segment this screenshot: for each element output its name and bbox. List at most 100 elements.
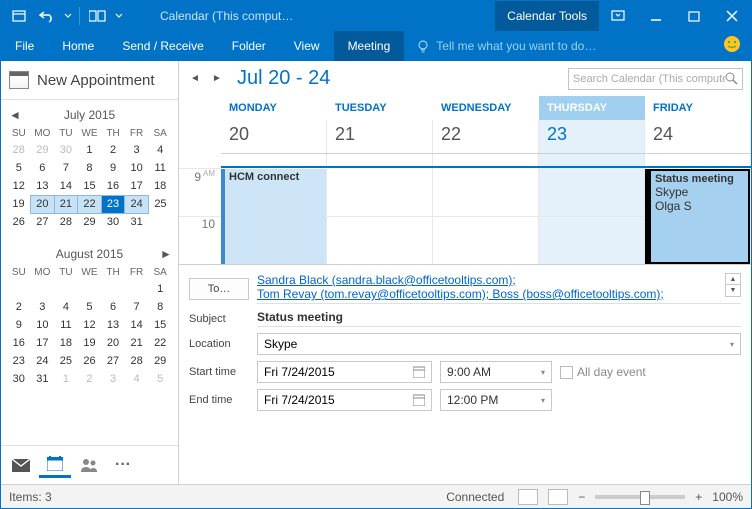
reading-pane: ▲▼ To… Sandra Black (sandra.black@office… xyxy=(179,264,751,417)
dropdown-icon[interactable]: ▾ xyxy=(730,340,734,349)
tab-view[interactable]: View xyxy=(280,31,334,61)
prev-month-icon[interactable]: ◄ xyxy=(9,108,19,118)
end-date-field[interactable]: Fri 7/24/2015 xyxy=(257,389,432,411)
search-box[interactable] xyxy=(568,68,743,90)
day-fri[interactable]: FRIDAY xyxy=(645,96,751,120)
col-tue[interactable] xyxy=(327,168,433,264)
col-mon[interactable]: HCM connect xyxy=(221,168,327,264)
calendar-icon xyxy=(9,71,29,89)
main-pane: ◄ ► Jul 20 - 24 MONDAY TUESDAY WEDNESDAY… xyxy=(179,61,751,484)
more-icon[interactable]: ··· xyxy=(107,452,139,478)
month-title: July 2015 xyxy=(64,108,115,122)
to-button[interactable]: To… xyxy=(189,278,249,300)
body: New Appointment ◄July 2015 SUMOTUWETHFRS… xyxy=(1,61,751,484)
window-buttons xyxy=(599,1,751,31)
view-switch-icon[interactable] xyxy=(84,3,112,29)
bulb-icon xyxy=(416,39,430,53)
nav-pane: New Appointment ◄July 2015 SUMOTUWETHFRS… xyxy=(1,61,179,484)
mini-calendar-july[interactable]: ◄July 2015 SUMOTUWETHFRSA282930123456789… xyxy=(1,100,178,239)
app-icon[interactable] xyxy=(5,3,33,29)
close-icon[interactable] xyxy=(713,1,751,31)
subject-field[interactable]: Status meeting xyxy=(257,310,741,327)
tab-home[interactable]: Home xyxy=(48,31,108,61)
allday-checkbox[interactable]: All day event xyxy=(560,365,646,379)
status-bar: Items: 3 Connected − + 100% xyxy=(1,484,751,508)
undo-icon[interactable] xyxy=(33,3,61,29)
start-time-field[interactable]: 9:00 AM▾ xyxy=(440,361,552,383)
date-24[interactable]: 24 xyxy=(645,120,751,153)
people-icon[interactable] xyxy=(73,452,105,478)
connection-status: Connected xyxy=(179,490,518,504)
search-icon[interactable] xyxy=(725,72,738,85)
date-row: 20 21 22 23 24 xyxy=(221,120,751,154)
ribbon-display-icon[interactable] xyxy=(599,1,637,31)
view-reading-icon[interactable] xyxy=(548,489,568,505)
to-field[interactable]: Sandra Black (sandra.black@officetooltip… xyxy=(257,273,741,304)
day-mon[interactable]: MONDAY xyxy=(221,96,327,120)
day-tue[interactable]: TUESDAY xyxy=(327,96,433,120)
location-field[interactable]: Skype▾ xyxy=(257,333,741,355)
tab-folder[interactable]: Folder xyxy=(218,31,280,61)
minimize-icon[interactable] xyxy=(637,1,675,31)
tab-send-receive[interactable]: Send / Receive xyxy=(108,31,217,61)
item-count: Items: 3 xyxy=(9,490,179,504)
scroll-spinner[interactable]: ▲▼ xyxy=(725,273,741,297)
ribbon: File Home Send / Receive Folder View Mee… xyxy=(1,31,751,61)
time-grid[interactable]: 9AM 10 HCM connect Status meeting Skype … xyxy=(179,168,751,264)
end-time-field[interactable]: 12:00 PM▾ xyxy=(440,389,552,411)
view-normal-icon[interactable] xyxy=(518,489,538,505)
location-label: Location xyxy=(189,338,249,350)
col-thu[interactable] xyxy=(539,168,645,264)
date-21[interactable]: 21 xyxy=(327,120,433,153)
nav-switcher: ··· xyxy=(1,445,178,484)
start-label: Start time xyxy=(189,366,249,378)
context-tab[interactable]: Calendar Tools xyxy=(495,1,599,31)
feedback-icon[interactable] xyxy=(719,31,745,57)
calendar-nav-icon[interactable] xyxy=(39,452,71,478)
new-appointment-button[interactable]: New Appointment xyxy=(1,61,178,100)
event-status-meeting[interactable]: Status meeting Skype Olga S xyxy=(645,169,750,264)
spin-down-icon: ▼ xyxy=(726,285,740,296)
date-22[interactable]: 22 xyxy=(433,120,539,153)
maximize-icon[interactable] xyxy=(675,1,713,31)
mini-calendar-august[interactable]: August 2015► SUMOTUWETHFRSA1234567891011… xyxy=(1,239,178,396)
allday-row[interactable] xyxy=(221,154,751,168)
week-header: ◄ ► Jul 20 - 24 xyxy=(179,61,751,96)
end-label: End time xyxy=(189,394,249,406)
search-input[interactable] xyxy=(573,73,725,85)
col-wed[interactable] xyxy=(433,168,539,264)
date-20[interactable]: 20 xyxy=(221,120,327,153)
datepicker-icon[interactable] xyxy=(413,394,425,406)
spin-up-icon: ▲ xyxy=(726,274,740,285)
qat-dropdown-icon[interactable] xyxy=(61,3,75,29)
subject-label: Subject xyxy=(189,313,249,325)
date-23[interactable]: 23 xyxy=(539,120,645,153)
day-thu[interactable]: THURSDAY xyxy=(539,96,645,120)
col-fri[interactable]: Status meeting Skype Olga S xyxy=(645,168,751,264)
quick-access xyxy=(1,3,130,29)
mail-icon[interactable] xyxy=(5,452,37,478)
next-month-icon[interactable]: ► xyxy=(160,247,170,257)
month-title: August 2015 xyxy=(56,247,123,261)
new-appointment-label: New Appointment xyxy=(37,72,155,89)
title-bar: Calendar (This comput… Calendar Tools xyxy=(1,1,751,31)
next-week-icon[interactable]: ► xyxy=(209,71,225,87)
day-wed[interactable]: WEDNESDAY xyxy=(433,96,539,120)
zoom-in-icon[interactable]: + xyxy=(695,490,702,504)
week-range: Jul 20 - 24 xyxy=(237,67,556,90)
event-hcm[interactable]: HCM connect xyxy=(221,169,326,264)
zoom-level[interactable]: 100% xyxy=(712,490,743,504)
zoom-out-icon[interactable]: − xyxy=(578,490,585,504)
separator xyxy=(79,7,80,25)
tell-me[interactable] xyxy=(404,31,719,61)
qat-dropdown2-icon[interactable] xyxy=(112,3,126,29)
datepicker-icon[interactable] xyxy=(413,366,425,378)
tell-me-input[interactable] xyxy=(436,39,636,53)
tab-file[interactable]: File xyxy=(1,31,48,61)
start-date-field[interactable]: Fri 7/24/2015 xyxy=(257,361,432,383)
weekday-row: MONDAY TUESDAY WEDNESDAY THURSDAY FRIDAY xyxy=(221,96,751,120)
window-title: Calendar (This comput… xyxy=(130,9,495,23)
zoom-slider[interactable] xyxy=(595,495,685,499)
prev-week-icon[interactable]: ◄ xyxy=(187,71,203,87)
tab-meeting[interactable]: Meeting xyxy=(334,31,405,61)
